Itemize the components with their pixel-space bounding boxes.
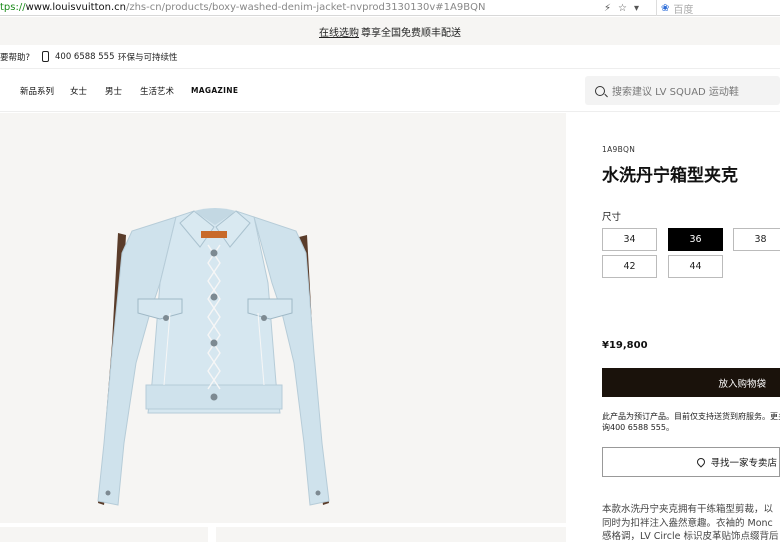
announcement-text: 尊享全国免费顺丰配送: [361, 27, 461, 39]
add-to-cart-button[interactable]: 放入购物袋: [602, 368, 780, 397]
size-option-38[interactable]: 38: [733, 228, 780, 251]
find-store-button[interactable]: 寻找一家专卖店: [602, 447, 780, 477]
find-store-label: 寻找一家专卖店: [710, 458, 777, 469]
product-title: 水洗丹宁箱型夹克: [602, 166, 738, 186]
sustainability-link[interactable]: 环保与可持续性: [118, 51, 178, 63]
shop-online-link[interactable]: 在线选购: [319, 24, 359, 39]
thumbnail-1[interactable]: [0, 527, 208, 542]
product-info-panel: 1A9BQN 水洗丹宁箱型夹克 尺寸 34 36 38 42 44 ¥19,80…: [566, 113, 780, 542]
url-host: www.louisvuitton.cn: [25, 2, 126, 13]
browser-search-placeholder: 百度: [673, 4, 694, 16]
size-option-36[interactable]: 36: [668, 228, 723, 251]
size-option-44[interactable]: 44: [668, 255, 723, 278]
product-description: 本款水洗丹宁夹克拥有干练箱型剪裁，以 同时为扣袢注入盎然意趣。衣袖的 Monc …: [602, 503, 780, 542]
browser-search-box[interactable]: ❀ 百度: [656, 0, 780, 16]
phone-link[interactable]: 400 6588 555: [42, 51, 114, 62]
product-sku: 1A9BQN: [602, 145, 636, 154]
search-input[interactable]: 搜索建议 LV SQUAD 运动鞋: [585, 76, 780, 105]
size-label: 尺寸: [602, 212, 622, 223]
url-protocol: tps://: [0, 2, 26, 13]
search-icon: [595, 85, 605, 96]
url-path: /zhs-cn/products/boxy-washed-denim-jacke…: [125, 2, 486, 13]
product-price: ¥19,800: [602, 340, 648, 351]
size-option-34[interactable]: 34: [602, 228, 657, 251]
desc-line-2: 同时为扣袢注入盎然意趣。衣袖的 Monc: [602, 517, 773, 529]
size-option-42[interactable]: 42: [602, 255, 657, 278]
product-image[interactable]: [0, 113, 566, 523]
announcement-bar: 在线选购 尊享全国免费顺丰配送: [0, 17, 780, 45]
star-icon[interactable]: ☆: [618, 3, 627, 14]
preorder-notice: 此产品为预订产品。目前仅支持送货到府服务。更多 询400 6588 555。: [602, 411, 780, 433]
desc-line-3: 感格调，LV Circle 标识皮革贴饰点缀背后: [602, 531, 779, 542]
desc-line-1: 本款水洗丹宁夹克拥有干练箱型剪裁，以: [602, 504, 774, 515]
nav-item-new[interactable]: 新品系列: [20, 85, 54, 97]
nav-item-art-of-living[interactable]: 生活艺术: [140, 85, 174, 97]
nav-item-magazine[interactable]: MAGAZINE: [191, 86, 238, 95]
phone-icon: [42, 51, 49, 62]
thumbnail-row: [0, 527, 566, 542]
notice-line-2: 询400 6588 555。: [602, 423, 674, 432]
help-link[interactable]: 要帮助?: [0, 51, 30, 63]
thumbnail-2[interactable]: [216, 527, 566, 542]
location-pin-icon: [695, 456, 708, 468]
browser-address-bar[interactable]: tps://www.louisvuitton.cn/zhs-cn/product…: [0, 0, 780, 16]
lightning-icon[interactable]: ⚡: [604, 3, 611, 14]
dropdown-icon[interactable]: ▾: [634, 3, 639, 14]
url-text[interactable]: tps://www.louisvuitton.cn/zhs-cn/product…: [0, 2, 485, 13]
baidu-icon: ❀: [661, 2, 670, 14]
nav-item-men[interactable]: 男士: [105, 85, 122, 97]
notice-line-1: 此产品为预订产品。目前仅支持送货到府服务。更多: [602, 412, 780, 421]
utility-bar: 要帮助? 400 6588 555 环保与可持续性: [0, 45, 780, 69]
phone-number: 400 6588 555: [55, 51, 115, 62]
search-placeholder: 搜索建议 LV SQUAD 运动鞋: [612, 87, 739, 98]
denim-jacket-image: [97, 208, 330, 506]
main-nav: 新品系列 女士 男士 生活艺术 MAGAZINE 搜索建议 LV SQUAD 运…: [0, 70, 780, 112]
nav-item-women[interactable]: 女士: [70, 85, 87, 97]
